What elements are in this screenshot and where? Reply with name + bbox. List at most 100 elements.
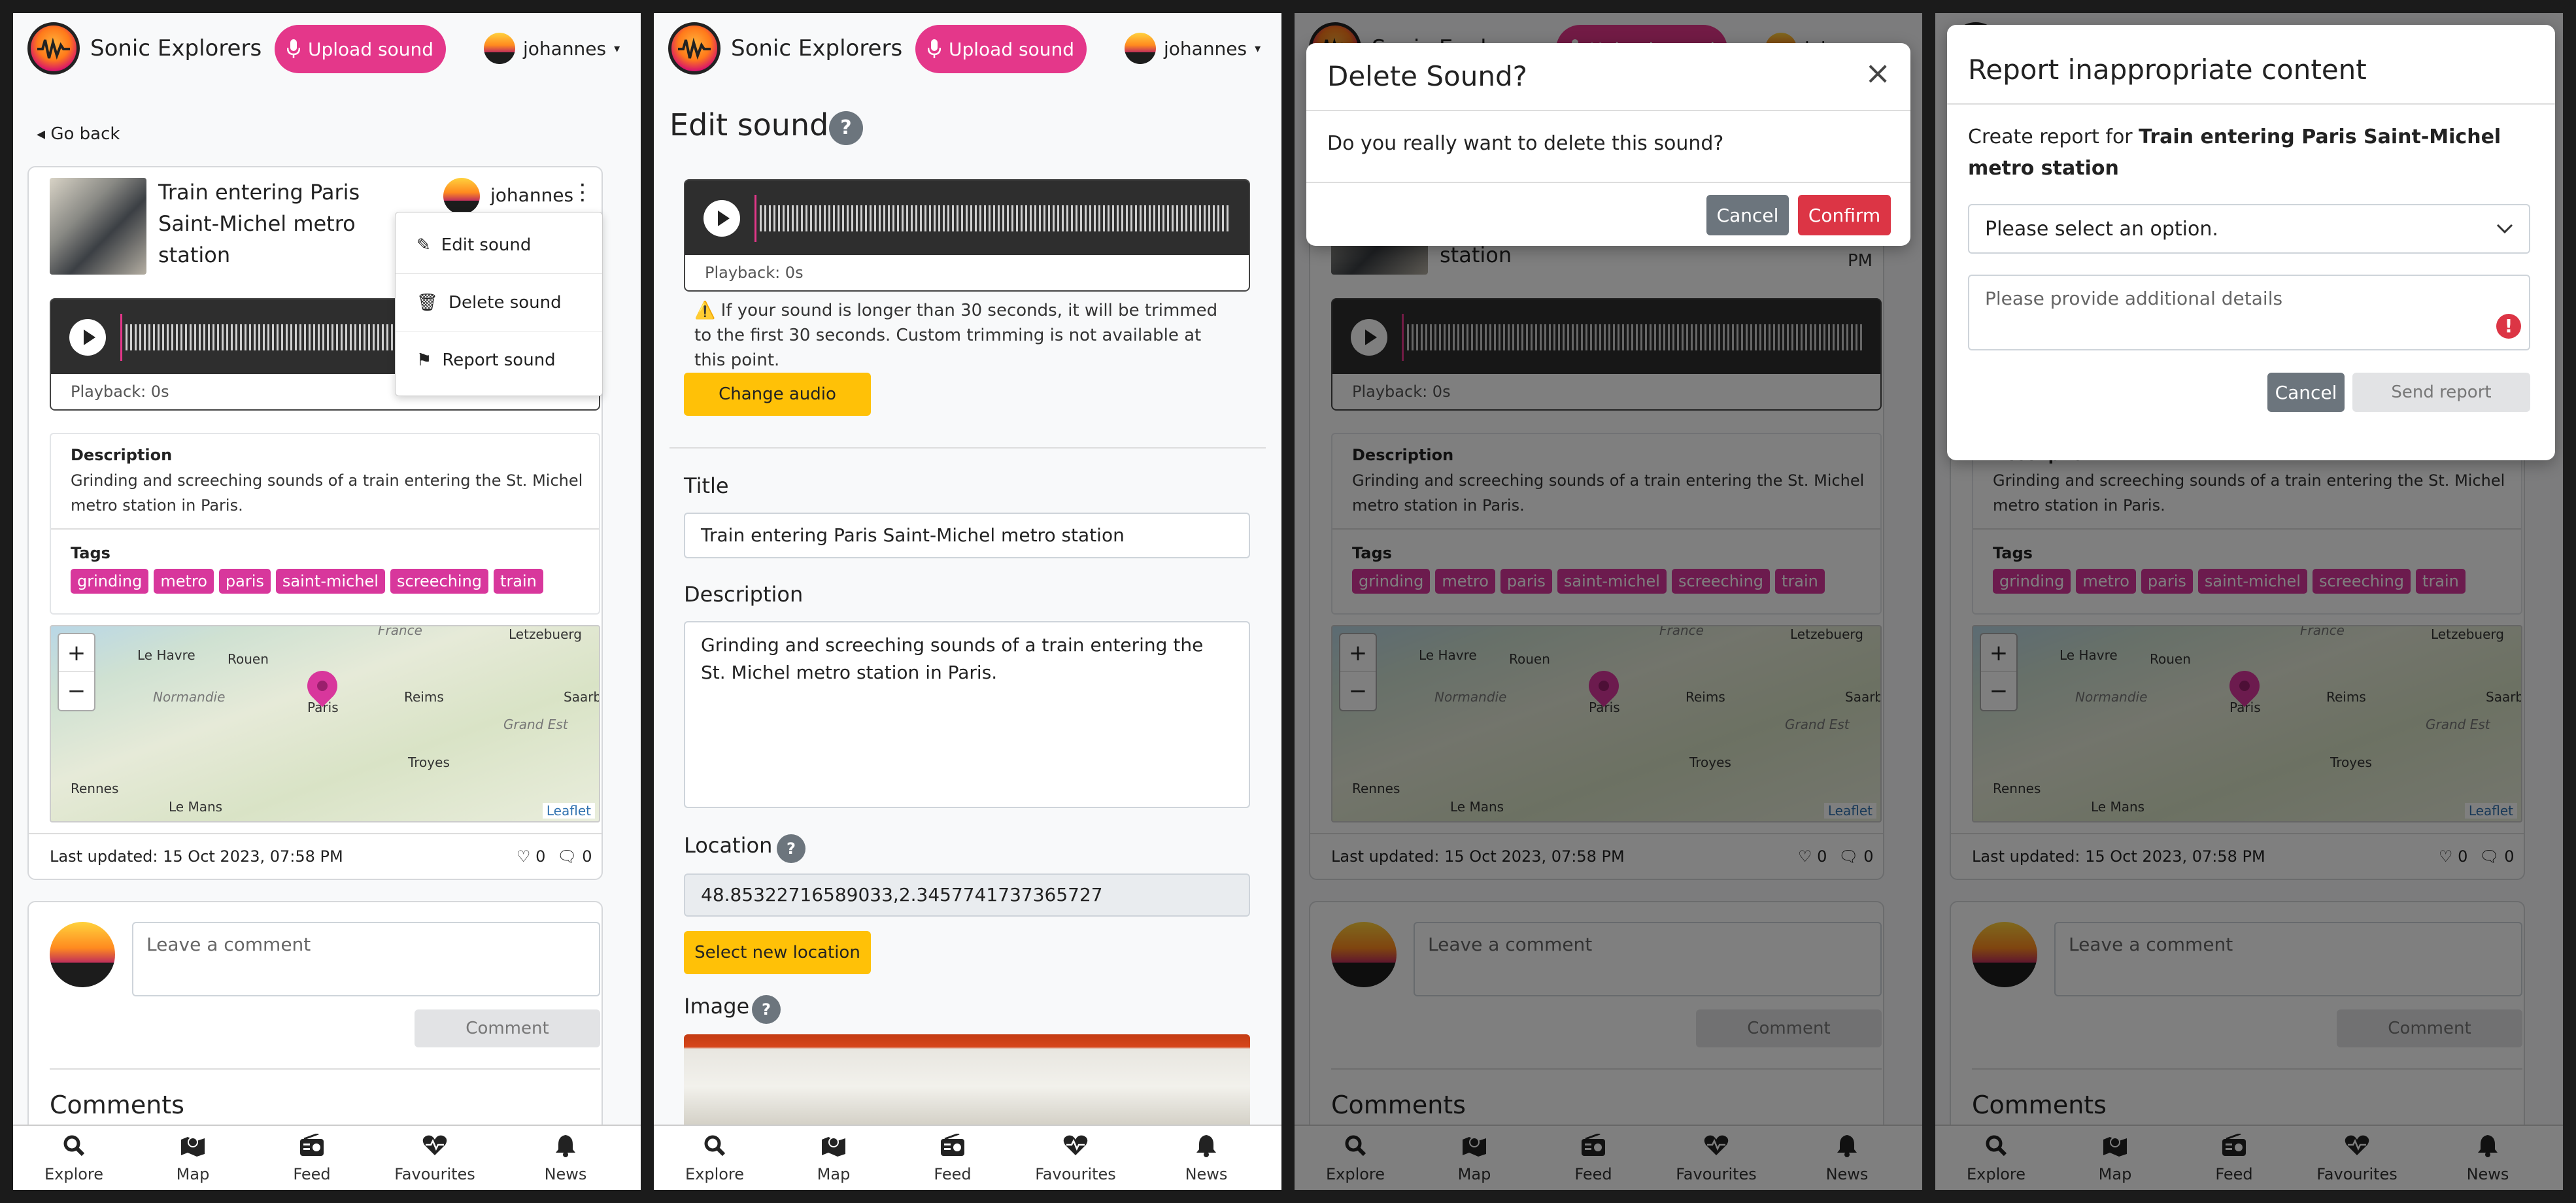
nav-label: Explore xyxy=(44,1165,104,1183)
report-details-textarea[interactable]: Please provide additional details xyxy=(1968,275,2530,350)
map-icon xyxy=(180,1132,206,1159)
upload-sound-button[interactable]: Upload sound xyxy=(275,25,446,73)
user-menu-toggle[interactable]: johannes ▾ xyxy=(484,30,620,67)
go-back-link[interactable]: ◂ Go back xyxy=(37,124,120,144)
report-target: Create report for Train entering Paris S… xyxy=(1968,122,2530,184)
zoom-in-button[interactable]: + xyxy=(59,634,94,672)
map-attribution[interactable]: Leaflet xyxy=(542,803,595,819)
waveform-logo-icon xyxy=(678,37,711,60)
nav-news[interactable]: News xyxy=(1157,1126,1255,1190)
brand-logo[interactable] xyxy=(668,22,720,75)
description-label: Description xyxy=(71,446,173,464)
description-text: Grinding and screeching sounds of a trai… xyxy=(71,471,583,515)
trash-icon: 🗑 xyxy=(416,292,439,313)
map-zoom-control: + − xyxy=(58,633,95,711)
play-icon xyxy=(718,211,730,226)
map-label: Rennes xyxy=(71,781,119,796)
tag[interactable]: screeching xyxy=(390,569,489,594)
waveform[interactable] xyxy=(760,205,1230,231)
play-button[interactable] xyxy=(69,319,106,356)
send-report-button[interactable]: Send report xyxy=(2352,373,2530,412)
sound-stats: ♡ 0 🗨 0 xyxy=(517,847,592,866)
nav-map[interactable]: Map xyxy=(785,1126,883,1190)
play-button[interactable] xyxy=(703,200,740,237)
nav-label: Feed xyxy=(293,1165,331,1183)
brand-name[interactable]: Sonic Explorers xyxy=(90,35,262,61)
panel-delete-dialog: Sonic Explorers Upload sound johannes ▾ … xyxy=(1295,13,1922,1190)
playback-time: Playback: 0s xyxy=(684,255,1250,292)
tag[interactable]: grinding xyxy=(71,569,149,594)
playhead[interactable] xyxy=(120,314,122,361)
image-help-icon[interactable]: ? xyxy=(752,995,781,1024)
tag-list: grinding metro paris saint-michel screec… xyxy=(71,569,543,594)
cancel-button[interactable]: Cancel xyxy=(1706,195,1789,235)
close-icon[interactable]: × xyxy=(1865,55,1891,92)
chat-icon[interactable]: 🗨 xyxy=(557,847,577,866)
brand-logo[interactable] xyxy=(27,22,80,75)
tag[interactable]: paris xyxy=(218,569,271,594)
nav-map[interactable]: Map xyxy=(144,1126,242,1190)
comment-input[interactable]: Leave a comment xyxy=(132,922,600,996)
delete-sound-item[interactable]: 🗑 Delete sound xyxy=(396,274,602,331)
map-label: Le Havre xyxy=(137,647,195,663)
title-label: Title xyxy=(684,473,729,498)
location-label: Location xyxy=(684,833,773,858)
nav-explore[interactable]: Explore xyxy=(25,1126,123,1190)
map-label: Reims xyxy=(404,689,444,705)
edit-sound-item[interactable]: ✎ Edit sound xyxy=(396,216,602,274)
help-icon[interactable]: ? xyxy=(829,111,863,145)
report-reason-select[interactable]: Please select an option. xyxy=(1968,204,2530,254)
cancel-button[interactable]: Cancel xyxy=(2267,373,2345,412)
owner-name[interactable]: johannes xyxy=(490,184,573,206)
location-help-icon[interactable]: ? xyxy=(777,834,805,863)
sound-title-line: station xyxy=(158,243,231,267)
more-options-icon[interactable]: ⋮ xyxy=(571,179,594,205)
select-location-button[interactable]: Select new location xyxy=(684,931,871,974)
sound-thumbnail xyxy=(50,178,146,275)
play-icon xyxy=(84,330,95,345)
zoom-out-button[interactable]: − xyxy=(59,672,94,710)
comments-card: Leave a comment Comment Comments xyxy=(27,901,603,1162)
heart-pulse-icon xyxy=(422,1132,448,1159)
nav-explore[interactable]: Explore xyxy=(666,1126,764,1190)
select-value: Please select an option. xyxy=(1985,217,2218,241)
owner-avatar[interactable] xyxy=(443,178,480,214)
description-divider xyxy=(51,528,599,530)
go-back-label: Go back xyxy=(50,124,120,144)
confirm-delete-button[interactable]: Confirm xyxy=(1798,195,1891,235)
upload-sound-button[interactable]: Upload sound xyxy=(915,25,1087,73)
playhead[interactable] xyxy=(754,195,756,242)
bell-icon xyxy=(552,1132,579,1159)
change-audio-button[interactable]: Change audio xyxy=(684,373,871,416)
description-textarea[interactable]: Grinding and screeching sounds of a trai… xyxy=(684,621,1250,808)
report-sound-item[interactable]: ⚑ Report sound xyxy=(396,331,602,389)
tag[interactable]: train xyxy=(494,569,543,594)
nav-feed[interactable]: Feed xyxy=(904,1126,1002,1190)
description-box: Description Grinding and screeching soun… xyxy=(50,433,600,615)
nav-favourites[interactable]: Favourites xyxy=(386,1126,484,1190)
upload-sound-label: Upload sound xyxy=(308,38,433,60)
delete-sound-dialog: Delete Sound? × Do you really want to de… xyxy=(1306,43,1910,246)
dialog-title: Delete Sound? xyxy=(1327,60,1527,92)
sound-title: Train entering Paris Saint-Michel metro … xyxy=(158,177,407,271)
tag[interactable]: saint-michel xyxy=(275,569,385,594)
title-input[interactable]: Train entering Paris Saint-Michel metro … xyxy=(684,513,1250,558)
sound-title-line: Saint-Michel metro xyxy=(158,211,356,236)
user-avatar xyxy=(484,33,515,64)
map-label: Rouen xyxy=(228,651,269,667)
edit-icon: ✎ xyxy=(416,235,431,255)
edit-sound-label: Edit sound xyxy=(441,235,532,255)
comment-button[interactable]: Comment xyxy=(415,1009,600,1047)
user-menu-toggle[interactable]: johannes ▾ xyxy=(1125,30,1261,67)
username: johannes xyxy=(523,37,607,59)
nav-news[interactable]: News xyxy=(517,1126,615,1190)
chevron-down-icon xyxy=(2496,224,2513,234)
heart-icon[interactable]: ♡ xyxy=(517,847,531,866)
nav-feed[interactable]: Feed xyxy=(263,1126,361,1190)
brand-name[interactable]: Sonic Explorers xyxy=(731,35,902,61)
nav-favourites[interactable]: Favourites xyxy=(1026,1126,1125,1190)
like-count: 0 xyxy=(535,847,546,866)
nav-label: Favourites xyxy=(394,1165,475,1183)
location-map[interactable]: + − Le Havre Rouen Paris Reims Troyes Re… xyxy=(50,625,600,822)
tag[interactable]: metro xyxy=(154,569,214,594)
